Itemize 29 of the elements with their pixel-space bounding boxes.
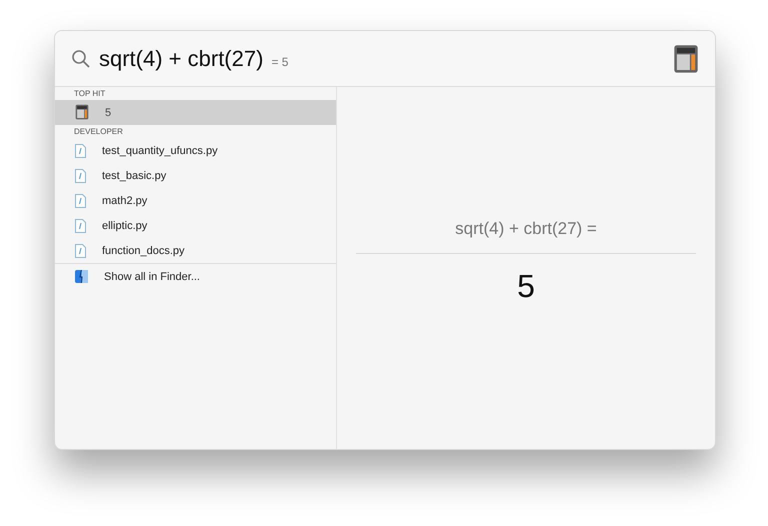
show-all-label: Show all in Finder... (104, 270, 200, 282)
calculator-icon (75, 104, 89, 121)
section-header: TOP HIT (73, 88, 106, 100)
result-item[interactable]: elliptic.py (55, 213, 336, 238)
file-icon (75, 244, 86, 258)
result-value: 5 (517, 268, 535, 305)
result-label: function_docs.py (102, 244, 185, 256)
file-icon (75, 194, 86, 208)
result-label: test_quantity_ufuncs.py (102, 144, 218, 156)
result-item[interactable]: math2.py (55, 188, 336, 213)
result-item[interactable]: function_docs.py (55, 238, 336, 263)
inline-result: = 5 (271, 54, 290, 68)
result-item[interactable]: test_basic.py (55, 163, 336, 188)
result-label: math2.py (102, 194, 148, 206)
show-all-item[interactable]: Show all in Finder... (55, 263, 336, 289)
calculator-icon (673, 44, 699, 74)
result-label: 5 (105, 106, 112, 118)
section-header: DEVELOPER (73, 126, 124, 138)
search-query[interactable]: sqrt(4) + cbrt(27) (99, 46, 264, 72)
expression-text: sqrt(4) + cbrt(27) = (455, 219, 597, 240)
file-icon (75, 218, 86, 232)
search-icon (71, 48, 91, 68)
result-label: elliptic.py (102, 220, 148, 232)
result-item[interactable]: 5 (55, 100, 336, 125)
file-icon (75, 144, 86, 158)
file-icon (75, 168, 86, 182)
finder-icon (75, 270, 88, 283)
result-item[interactable]: test_quantity_ufuncs.py (55, 138, 336, 163)
result-label: test_basic.py (102, 170, 166, 182)
